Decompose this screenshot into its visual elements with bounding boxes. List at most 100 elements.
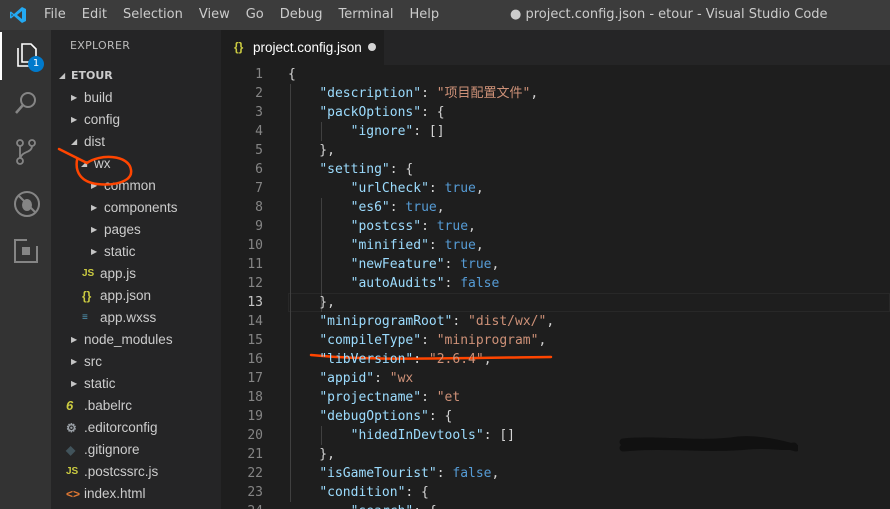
code-line: "miniprogramRoot": "dist/wx/", xyxy=(319,314,555,329)
tree-item-label: dist xyxy=(84,134,106,149)
source-control-icon xyxy=(16,139,36,165)
tree-item-label: index.html xyxy=(84,486,146,501)
explorer-header: EXPLORER xyxy=(70,39,131,52)
tree-item-gitignore[interactable]: ◆ .gitignore xyxy=(51,439,221,461)
code-line: "packOptions": { xyxy=(319,105,445,120)
tree-item-components[interactable]: ▶ components xyxy=(51,197,221,219)
tree-item-editorconfig[interactable]: ⚙ .editorconfig xyxy=(51,417,221,439)
line-number: 22 xyxy=(247,466,263,481)
tree-item-node-modules[interactable]: ▶ node_modules xyxy=(51,329,221,351)
babel-file-icon: 6 xyxy=(66,398,74,413)
tree-item-label: pages xyxy=(104,222,141,237)
explorer-activity-button[interactable]: 1 xyxy=(0,32,51,80)
tree-item-app-js[interactable]: JS app.js xyxy=(51,263,221,285)
code-line: }, xyxy=(288,295,335,310)
tree-item-static[interactable]: ▶ static xyxy=(51,373,221,395)
explorer-badge: 1 xyxy=(28,56,44,72)
line-number: 17 xyxy=(247,371,263,386)
code-line: "debugOptions": { xyxy=(319,409,453,424)
tree-item-label: config xyxy=(84,112,121,127)
tree-item-common[interactable]: ▶ common xyxy=(51,175,221,197)
code-line: "hidedInDevtools": [] xyxy=(350,428,515,443)
js-file-icon: JS xyxy=(66,466,79,477)
code-line: "condition": { xyxy=(319,485,429,500)
tree-item-index-html[interactable]: <> index.html xyxy=(51,483,221,505)
title-bar: File Edit Selection View Go Debug Termin… xyxy=(0,0,890,30)
tree-item-label: src xyxy=(84,354,102,369)
redaction-scribble xyxy=(619,436,798,452)
tree-item-app-json[interactable]: {} app.json xyxy=(51,285,221,307)
tree-item-build[interactable]: ▶ build xyxy=(51,87,221,109)
code-line: "minified": true, xyxy=(350,238,484,253)
tree-item-postcssrc-js[interactable]: JS .postcssrc.js xyxy=(51,461,221,483)
tree-item-dist[interactable]: ◢ dist xyxy=(51,131,221,153)
line-number: 8 xyxy=(255,200,263,215)
extensions-icon xyxy=(14,238,39,263)
code-line: "postcss": true, xyxy=(350,219,476,234)
editor-area: {} project.config.json 1 {2 "description"… xyxy=(221,30,890,509)
menu-bar: File Edit Selection View Go Debug Termin… xyxy=(36,0,447,30)
source-control-activity-button[interactable] xyxy=(0,128,51,176)
tree-item-label: common xyxy=(104,178,156,193)
css-file-icon: ≡ xyxy=(82,312,88,323)
tree-item-wx[interactable]: ◢ wx xyxy=(51,153,221,175)
extensions-activity-button[interactable] xyxy=(0,228,51,276)
code-line: "ignore": [] xyxy=(350,124,445,139)
line-number: 14 xyxy=(247,314,263,329)
code-editor[interactable]: 1 {2 "description": "项目配置文件", 3 "packOptio… xyxy=(221,65,890,509)
code-line: "compileType": "miniprogram", xyxy=(319,333,547,348)
tree-item-babelrc[interactable]: 6 .babelrc xyxy=(51,395,221,417)
menu-help[interactable]: Help xyxy=(401,0,447,30)
code-line: { xyxy=(288,67,296,82)
tab-project-config[interactable]: {} project.config.json xyxy=(221,30,384,65)
code-line: "es6": true, xyxy=(350,200,445,215)
menu-edit[interactable]: Edit xyxy=(74,0,115,30)
json-file-icon: {} xyxy=(82,289,92,303)
chevron-right-icon: ▶ xyxy=(71,93,78,102)
chevron-down-icon: ◢ xyxy=(59,71,66,80)
debug-activity-button[interactable] xyxy=(0,180,51,228)
menu-terminal[interactable]: Terminal xyxy=(331,0,402,30)
git-file-icon: ◆ xyxy=(66,443,76,457)
tree-item-label: .postcssrc.js xyxy=(84,464,159,479)
current-line-highlight xyxy=(288,293,890,312)
tree-item-label: wx xyxy=(94,156,111,171)
tree-item-config[interactable]: ▶ config xyxy=(51,109,221,131)
unsaved-dot-icon[interactable] xyxy=(368,43,376,51)
activity-bar: 1 xyxy=(0,30,51,509)
line-number: 4 xyxy=(255,124,263,139)
workspace-name: ETOUR xyxy=(71,69,113,82)
chevron-right-icon: ▶ xyxy=(71,335,78,344)
line-number: 21 xyxy=(247,447,263,462)
chevron-down-icon: ◢ xyxy=(71,137,78,146)
tree-item-static[interactable]: ▶ static xyxy=(51,241,221,263)
search-activity-button[interactable] xyxy=(0,80,51,128)
chevron-right-icon: ▶ xyxy=(71,379,78,388)
menu-file[interactable]: File xyxy=(36,0,74,30)
code-line: "appid": "wx xyxy=(319,371,414,386)
gear-file-icon: ⚙ xyxy=(66,421,77,435)
menu-view[interactable]: View xyxy=(191,0,238,30)
line-number: 1 xyxy=(255,67,263,82)
menu-selection[interactable]: Selection xyxy=(115,0,191,30)
chevron-right-icon: ▶ xyxy=(91,203,98,212)
tree-item-src[interactable]: ▶ src xyxy=(51,351,221,373)
tree-item-label: node_modules xyxy=(84,332,173,347)
tree-item-app-wxss[interactable]: ≡ app.wxss xyxy=(51,307,221,329)
code-line: "setting": { xyxy=(319,162,414,177)
chevron-down-icon: ◢ xyxy=(81,159,88,168)
code-line: "newFeature": true, xyxy=(350,257,500,272)
tree-item-label: components xyxy=(104,200,178,215)
menu-go[interactable]: Go xyxy=(238,0,272,30)
tree-item-label: static xyxy=(104,244,136,259)
js-file-icon: JS xyxy=(82,268,95,279)
line-number: 9 xyxy=(255,219,263,234)
menu-debug[interactable]: Debug xyxy=(272,0,331,30)
code-line: "description": "项目配置文件", xyxy=(319,86,539,101)
line-number: 10 xyxy=(247,238,263,253)
tree-item-pages[interactable]: ▶ pages xyxy=(51,219,221,241)
chevron-right-icon: ▶ xyxy=(71,357,78,366)
code-line: "autoAudits": false xyxy=(350,276,500,291)
code-line: }, xyxy=(288,143,335,158)
workspace-section-header[interactable]: ◢ ETOUR xyxy=(51,65,221,87)
